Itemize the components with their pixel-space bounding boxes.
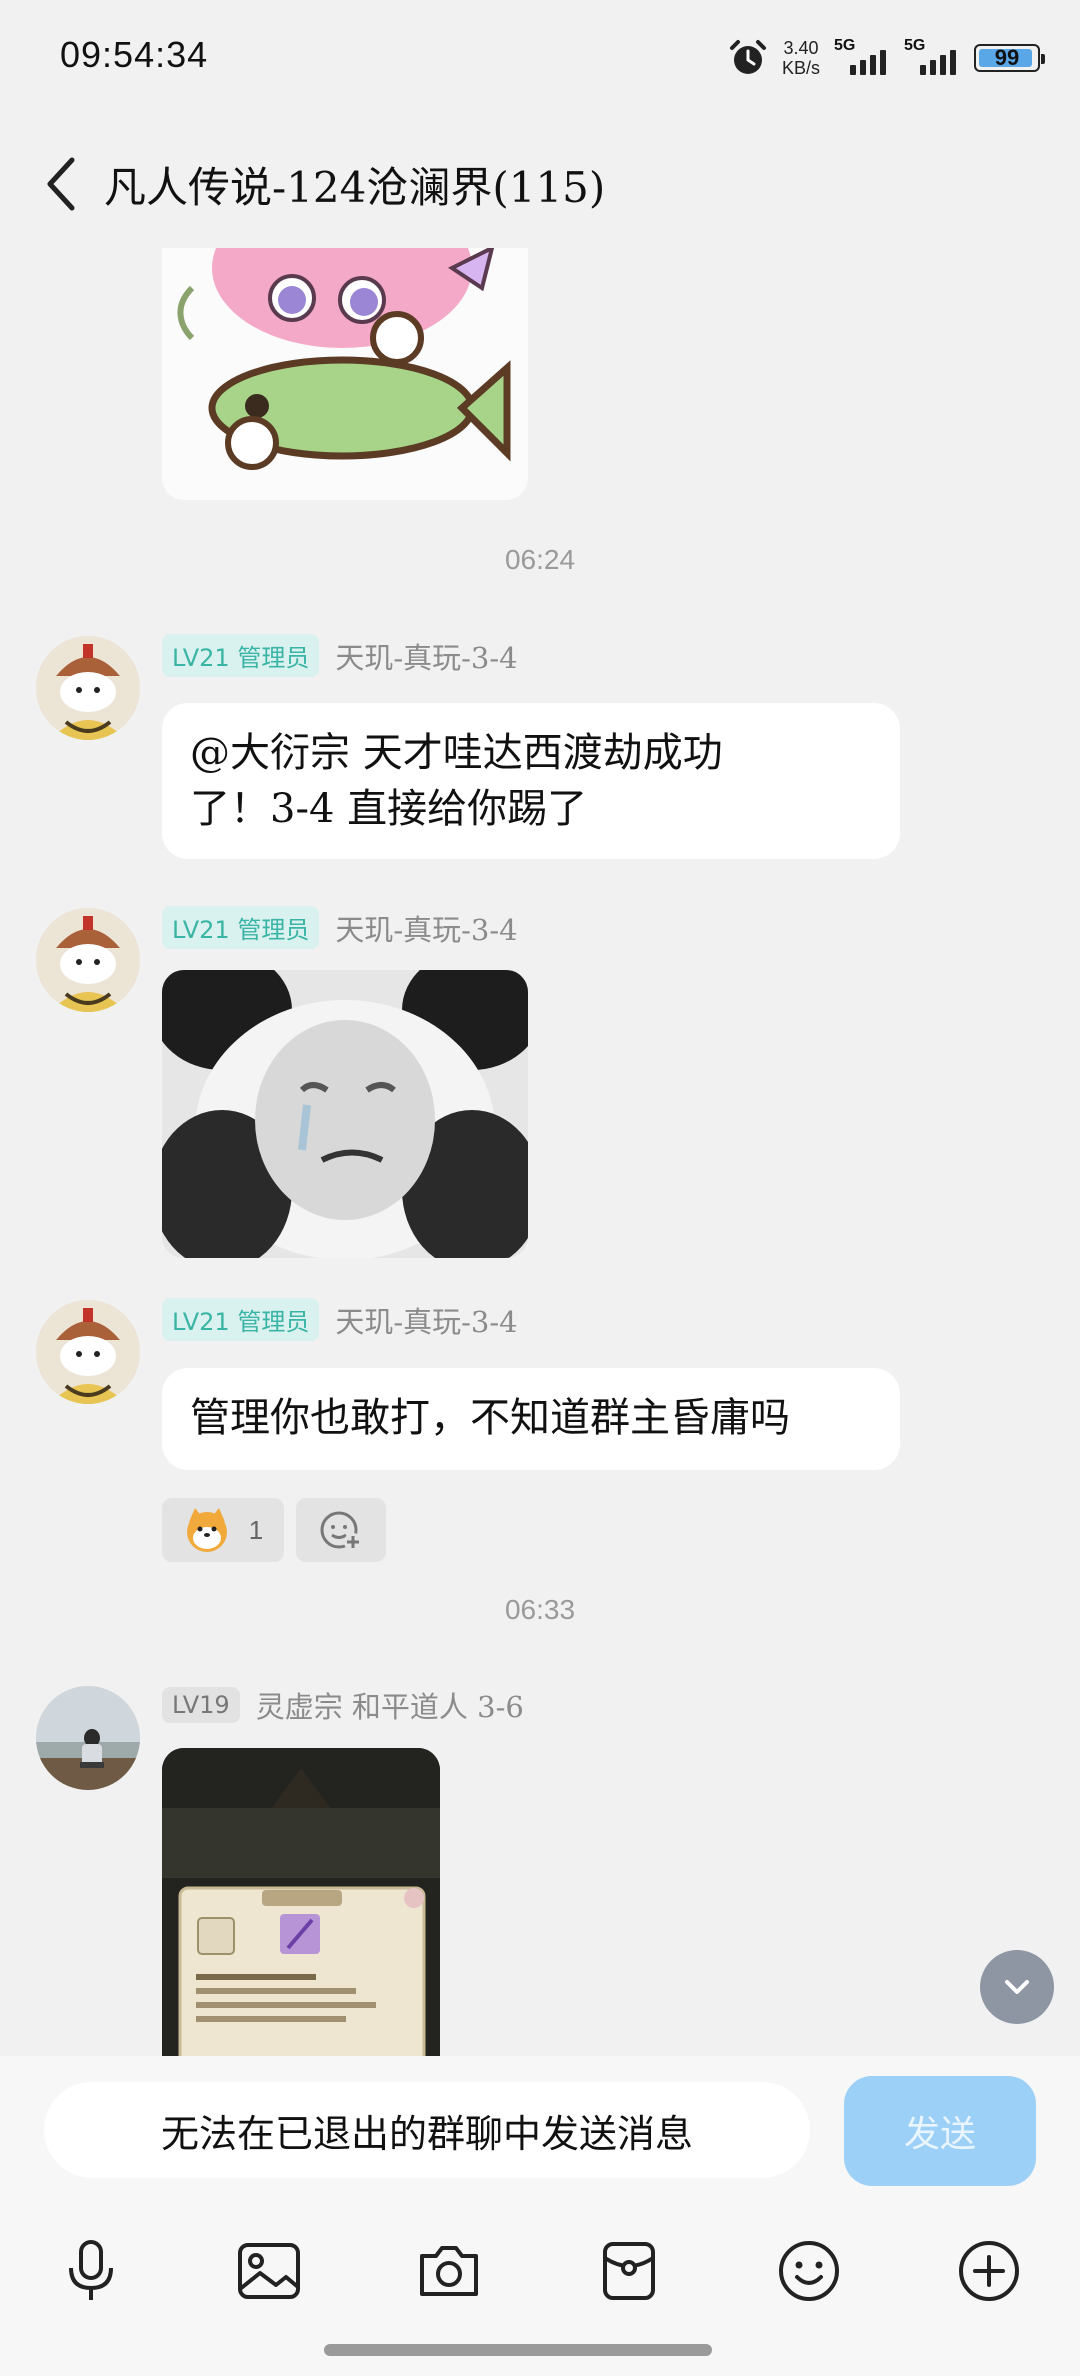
sender-name[interactable]: 灵虚宗 和平道人 3-6	[256, 1684, 524, 1726]
signal-icon-sim2: 5G	[904, 37, 960, 75]
red-packet-button[interactable]	[584, 2226, 674, 2316]
sender-name[interactable]: 天玑-真玩-3-4	[335, 1299, 517, 1341]
avatar[interactable]	[36, 1300, 140, 1404]
battery-icon: 99	[974, 44, 1045, 72]
admin-level-badge: LV21 管理员	[162, 906, 320, 949]
network-speed-value: 3.40	[783, 38, 819, 58]
status-bar: 09:54:34 3.40 KB/s 5G 5G 99	[0, 0, 1080, 120]
reaction-chip[interactable]: 1	[162, 1498, 284, 1562]
image-button[interactable]	[224, 2226, 314, 2316]
reaction-count: 1	[248, 1514, 264, 1545]
scroll-to-bottom-button[interactable]	[980, 1950, 1054, 2024]
message-input[interactable]: 无法在已退出的群聊中发送消息	[44, 2082, 810, 2178]
message-text: 管理你也敢打，不知道群主昏庸吗	[190, 1395, 790, 1441]
sender-name[interactable]: 天玑-真玩-3-4	[335, 635, 517, 677]
alarm-icon	[729, 40, 766, 74]
time-divider: 06:24	[504, 544, 576, 575]
back-button[interactable]	[32, 148, 92, 220]
message-bubble[interactable]: 管理你也敢打，不知道群主昏庸吗	[162, 1368, 900, 1470]
message-meta: LV21 管理员 天玑-真玩-3-4	[162, 634, 518, 677]
voice-button[interactable]	[46, 2226, 136, 2316]
shiba-emoji-icon	[186, 1508, 227, 1552]
message-bubble[interactable]: @大衍宗 天才哇达西渡劫成功 了！3-4 直接给你踢了	[162, 703, 900, 859]
admin-level-badge: LV21 管理员	[162, 634, 320, 677]
message-meta: LV19 灵虚宗 和平道人 3-6	[162, 1684, 524, 1726]
avatar-image	[36, 636, 140, 740]
add-emoji-icon	[320, 1511, 362, 1551]
chevron-down-icon	[1005, 1980, 1029, 1994]
admin-level-badge: LV21 管理员	[162, 1298, 320, 1341]
message-meta: LV21 管理员 天玑-真玩-3-4	[162, 1298, 518, 1341]
screenshot-image	[162, 1748, 440, 2056]
game-screenshot-image[interactable]	[162, 1748, 440, 2056]
chevron-left-icon	[47, 157, 75, 211]
emoji-icon	[779, 2241, 839, 2301]
status-time: 09:54:34	[60, 34, 209, 75]
status-icons: 3.40 KB/s 5G 5G 99	[728, 34, 1045, 82]
sim1-label: 5G	[834, 37, 856, 54]
sim2-label: 5G	[904, 37, 926, 54]
avatar-image	[36, 1300, 140, 1404]
sticker-pink-girl-fish[interactable]	[162, 248, 528, 500]
avatar[interactable]	[36, 908, 140, 1012]
input-toolbar	[0, 2226, 1080, 2336]
message-text-line: @大衍宗 天才哇达西渡劫成功	[190, 730, 723, 776]
more-button[interactable]	[944, 2226, 1034, 2316]
emoji-button[interactable]	[764, 2226, 854, 2316]
home-indicator[interactable]	[324, 2344, 712, 2356]
camera-button[interactable]	[404, 2226, 494, 2316]
input-area: 无法在已退出的群聊中发送消息 发送	[0, 2056, 1080, 2376]
camera-icon	[420, 2246, 478, 2296]
signal-icon-sim1: 5G	[834, 37, 890, 75]
microphone-icon	[69, 2240, 113, 2300]
avatar-image	[36, 908, 140, 1012]
avatar-image	[36, 1686, 140, 1790]
sticker-image	[177, 248, 511, 470]
network-speed-unit: KB/s	[781, 58, 820, 78]
sticker-panda-meme[interactable]	[162, 970, 528, 1258]
avatar[interactable]	[36, 1686, 140, 1790]
message-meta: LV21 管理员 天玑-真玩-3-4	[162, 906, 518, 949]
red-packet-icon	[603, 2242, 655, 2300]
network-speed: 3.40 KB/s	[782, 38, 820, 78]
level-badge: LV19	[162, 1687, 240, 1723]
sender-name[interactable]: 天玑-真玩-3-4	[335, 907, 517, 949]
chat-message-list[interactable]: 06:24 LV21 管理员 天玑-真玩-3-4 @大衍宗 天才哇达西渡劫成功 …	[0, 248, 1080, 2056]
time-divider: 06:33	[504, 1594, 576, 1625]
image-icon	[238, 2243, 300, 2299]
chat-header: 凡人传说-124沧澜界(115)	[0, 120, 1080, 248]
plus-icon	[959, 2241, 1019, 2301]
avatar[interactable]	[36, 636, 140, 740]
add-reaction-button[interactable]	[296, 1498, 386, 1562]
battery-level: 99	[994, 45, 1020, 70]
group-title: 凡人传说-124沧澜界(115)	[104, 163, 606, 212]
sticker-image	[162, 970, 528, 1258]
message-text-line: 了！3-4 直接给你踢了	[190, 786, 588, 832]
send-button[interactable]: 发送	[844, 2076, 1036, 2186]
